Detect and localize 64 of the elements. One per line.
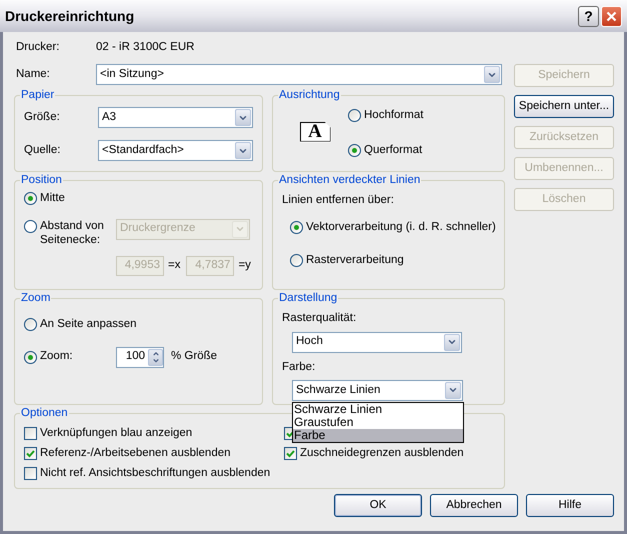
checkbox-label: Nicht ref. Ansichtsbeschriftungen ausblenden — [40, 466, 270, 481]
printer-value: 02 - iR 3100C EUR — [96, 40, 194, 56]
checkbox[interactable] — [24, 446, 37, 460]
dialog-button[interactable]: OK — [334, 494, 422, 517]
radio-label: Vektorverarbeitung (i. d. R. schneller) — [306, 220, 496, 234]
radio-label: Zoom: — [40, 349, 73, 364]
group-title: Ansichten verdeckter Linien — [278, 173, 422, 188]
checkbox-label: Verknüpfungen blau anzeigen — [40, 426, 192, 441]
group-title: Darstellung — [278, 291, 338, 306]
dialog-button[interactable]: Speichern unter... — [514, 95, 614, 118]
radio-label: Abstand von Seitenecke: — [40, 218, 105, 246]
field-label: Quelle: — [24, 143, 62, 158]
zoom-spinner[interactable]: 100 — [116, 346, 164, 368]
hidden-lines-label: Linien entfernen über: — [282, 193, 395, 208]
paper-dropdown[interactable]: A3 — [98, 107, 253, 128]
name-label: Name: — [16, 66, 51, 82]
coordinate-suffix: =y — [238, 258, 251, 273]
group-title: Ausrichtung — [278, 88, 341, 103]
dropdown-option[interactable]: Schwarze Linien — [293, 402, 463, 416]
checkbox[interactable] — [284, 446, 297, 460]
zoom-unit: % Größe — [171, 349, 218, 364]
radio-button[interactable] — [290, 254, 303, 267]
name-dropdown[interactable]: <in Sitzung> — [96, 64, 502, 85]
coordinate-suffix: =x — [168, 258, 180, 273]
close-button[interactable] — [601, 6, 622, 26]
checkbox[interactable] — [24, 466, 37, 480]
radio-button[interactable] — [24, 318, 37, 332]
window-title: Druckereinrichtung — [5, 6, 136, 26]
group-title: Optionen — [20, 406, 69, 421]
dropdown-option[interactable]: Farbe — [293, 428, 463, 442]
checkbox-label: Zuschneidegrenzen ausblenden — [300, 446, 464, 461]
check-icon — [26, 448, 35, 458]
field-label: Größe: — [24, 110, 61, 126]
dialog-button[interactable]: Hilfe — [526, 494, 614, 517]
radio-label: Querformat — [364, 142, 422, 158]
group-title: Zoom — [20, 291, 52, 306]
radio-button[interactable] — [24, 192, 37, 206]
raster-dropdown[interactable]: Hoch — [292, 332, 462, 352]
spin-arrows-icon[interactable] — [148, 348, 163, 366]
zoom-value: 100 — [126, 349, 146, 364]
radio-label: Mitte — [40, 191, 65, 206]
radio-button[interactable] — [290, 220, 303, 234]
radio-button[interactable] — [24, 350, 37, 364]
color-dropdown[interactable]: Schwarze Linien — [292, 380, 463, 401]
color-label: Farbe: — [282, 360, 316, 374]
radio-button[interactable] — [348, 109, 361, 122]
group-title: Papier — [20, 88, 56, 103]
check-icon — [286, 448, 295, 458]
help-button[interactable]: ? — [578, 6, 599, 26]
checkbox-label: Referenz-/Arbeitsebenen ausblenden — [40, 446, 231, 461]
radio-button[interactable] — [348, 144, 361, 157]
checkbox[interactable] — [24, 426, 37, 440]
radio-label: Rasterverarbeitung — [306, 252, 404, 268]
radio-label: An Seite anpassen — [40, 317, 137, 332]
dialog-button[interactable]: Abbrechen — [430, 494, 518, 517]
dropdown-option[interactable]: Graustufen — [293, 416, 463, 429]
paper-dropdown[interactable]: <Standardfach> — [98, 140, 253, 162]
page-preview-icon: A — [300, 122, 330, 142]
radio-button[interactable] — [24, 220, 37, 232]
close-icon — [606, 10, 617, 22]
radio-label: Hochformat — [364, 108, 424, 124]
group-title: Position — [20, 173, 63, 188]
raster-label: Rasterqualität: — [282, 311, 358, 326]
printer-label: Drucker: — [16, 40, 60, 56]
